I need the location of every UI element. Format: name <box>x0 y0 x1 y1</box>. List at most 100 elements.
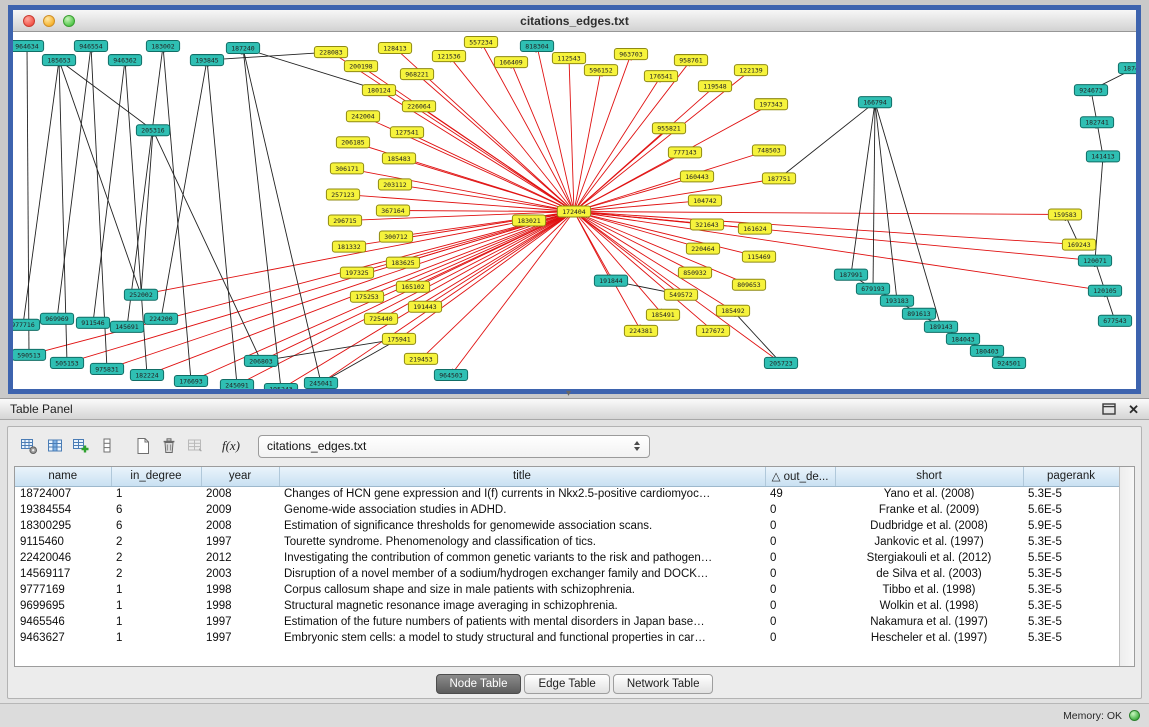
paper-node[interactable]: 161624 <box>738 223 771 234</box>
memory-status-indicator[interactable] <box>1129 710 1140 721</box>
citation-edge[interactable] <box>107 212 574 369</box>
citation-edge[interactable] <box>127 46 163 327</box>
citation-edge[interactable] <box>451 212 574 375</box>
paper-node[interactable]: 975831 <box>90 363 123 374</box>
table-row[interactable]: 2242004622012Investigating the contribut… <box>15 550 1119 566</box>
citation-network-graph[interactable]: 1724042280832001981284139682211215365572… <box>13 32 1136 389</box>
citation-edge[interactable] <box>407 132 574 211</box>
float-panel-button[interactable] <box>1102 403 1116 415</box>
column-header-pagerank[interactable]: pagerank <box>1023 467 1119 486</box>
paper-node[interactable]: 166409 <box>494 57 527 68</box>
paper-node[interactable]: 958761 <box>674 55 707 66</box>
table-row[interactable]: 1872400712008Changes of HCN gene express… <box>15 486 1119 502</box>
delete-table-button[interactable] <box>156 433 182 459</box>
show-columns-button[interactable] <box>42 433 68 459</box>
paper-node[interactable]: 197343 <box>754 99 787 110</box>
paper-node[interactable]: 145691 <box>110 321 143 332</box>
paper-node[interactable]: 300712 <box>379 231 412 242</box>
paper-node[interactable]: 224381 <box>624 325 657 336</box>
paper-node[interactable]: 964634 <box>13 41 44 52</box>
cell-name[interactable]: 9463627 <box>15 630 111 646</box>
column-header-in_degree[interactable]: in_degree <box>111 467 201 486</box>
cell-out_degree[interactable]: 0 <box>765 582 835 598</box>
cell-short[interactable]: Hescheler et al. (1997) <box>835 630 1023 646</box>
tab-edge-table[interactable]: Edge Table <box>524 674 609 694</box>
paper-node[interactable]: 206803 <box>244 355 277 366</box>
cell-name[interactable]: 18724007 <box>15 486 111 502</box>
cell-out_degree[interactable]: 0 <box>765 518 835 534</box>
citation-edge[interactable] <box>537 46 574 211</box>
paper-node[interactable]: 242004 <box>346 111 379 122</box>
citation-edge[interactable] <box>23 60 59 325</box>
cell-title[interactable]: Embryonic stem cells: a model to study s… <box>279 630 765 646</box>
cell-in_degree[interactable]: 2 <box>111 550 201 566</box>
cell-in_degree[interactable]: 1 <box>111 598 201 614</box>
paper-node[interactable]: 748503 <box>752 145 785 156</box>
citation-edge[interactable] <box>27 46 29 355</box>
cell-pagerank[interactable]: 5.3E-5 <box>1023 614 1119 630</box>
cell-in_degree[interactable]: 1 <box>111 614 201 630</box>
paper-node[interactable]: 245091 <box>220 379 253 389</box>
cell-short[interactable]: de Silva et al. (2003) <box>835 566 1023 582</box>
paper-node[interactable]: 187991 <box>834 269 867 280</box>
paper-node[interactable]: 946554 <box>74 41 107 52</box>
cell-short[interactable]: Nakamura et al. (1997) <box>835 614 1023 630</box>
citation-edge[interactable] <box>779 102 875 178</box>
table-mode-button[interactable] <box>16 433 42 459</box>
paper-node[interactable]: 175941 <box>382 333 415 344</box>
citation-edge[interactable] <box>851 102 875 274</box>
citation-edge[interactable] <box>161 60 207 319</box>
cell-short[interactable]: Dudbridge et al. (2008) <box>835 518 1023 534</box>
cell-short[interactable]: Stergiakouli et al. (2012) <box>835 550 1023 566</box>
new-table-button[interactable] <box>130 433 156 459</box>
paper-node[interactable]: 165102 <box>396 281 429 292</box>
paper-node[interactable]: 176693 <box>174 375 207 386</box>
paper-node[interactable]: 112543 <box>552 53 585 64</box>
cell-name[interactable]: 19384554 <box>15 502 111 518</box>
paper-node[interactable]: 219453 <box>404 353 437 364</box>
column-header-short[interactable]: short <box>835 467 1023 486</box>
paper-node[interactable]: 818304 <box>520 41 553 52</box>
paper-node[interactable]: 809653 <box>732 279 765 290</box>
table-row[interactable]: 1830029562008Estimation of significance … <box>15 518 1119 534</box>
paper-node[interactable]: 850932 <box>678 267 711 278</box>
cell-pagerank[interactable]: 5.3E-5 <box>1023 598 1119 614</box>
cell-year[interactable]: 2003 <box>201 566 279 582</box>
citation-edge[interactable] <box>59 60 153 130</box>
paper-node[interactable]: 200198 <box>344 61 377 72</box>
paper-node[interactable]: 180124 <box>362 85 395 96</box>
cell-name[interactable]: 9465546 <box>15 614 111 630</box>
paper-node[interactable]: 924673 <box>1074 85 1107 96</box>
cell-year[interactable]: 1998 <box>201 598 279 614</box>
paper-node[interactable]: 185492 <box>716 305 749 316</box>
paper-node[interactable]: 159583 <box>1048 209 1081 220</box>
row-height-button[interactable] <box>94 433 120 459</box>
cell-out_degree[interactable]: 0 <box>765 550 835 566</box>
citation-edge[interactable] <box>511 62 574 211</box>
cell-out_degree[interactable]: 0 <box>765 566 835 582</box>
cell-title[interactable]: Investigating the contribution of common… <box>279 550 765 566</box>
paper-node[interactable]: 224200 <box>144 313 177 324</box>
citation-edge[interactable] <box>574 128 669 211</box>
paper-node[interactable]: 175253 <box>350 291 383 302</box>
cell-year[interactable]: 2008 <box>201 486 279 502</box>
create-column-button[interactable] <box>68 433 94 459</box>
paper-node[interactable]: 226064 <box>402 101 435 112</box>
cell-out_degree[interactable]: 0 <box>765 614 835 630</box>
cell-in_degree[interactable]: 2 <box>111 566 201 582</box>
citation-edge[interactable] <box>331 52 574 211</box>
column-header-name[interactable]: name <box>15 467 111 486</box>
paper-node[interactable]: 206185 <box>336 137 369 148</box>
paper-node[interactable]: 220464 <box>686 243 719 254</box>
close-window-button[interactable] <box>23 15 35 27</box>
paper-node[interactable]: 725440 <box>364 313 397 324</box>
paper-node[interactable]: 191844 <box>594 275 627 286</box>
paper-node[interactable]: 120071 <box>1078 255 1111 266</box>
cell-in_degree[interactable]: 1 <box>111 630 201 646</box>
paper-node[interactable]: 160443 <box>680 171 713 182</box>
cell-name[interactable]: 9777169 <box>15 582 111 598</box>
cell-pagerank[interactable]: 5.6E-5 <box>1023 502 1119 518</box>
cell-out_degree[interactable]: 0 <box>765 630 835 646</box>
cell-title[interactable]: Corpus callosum shape and size in male p… <box>279 582 765 598</box>
citation-edge[interactable] <box>421 212 574 359</box>
